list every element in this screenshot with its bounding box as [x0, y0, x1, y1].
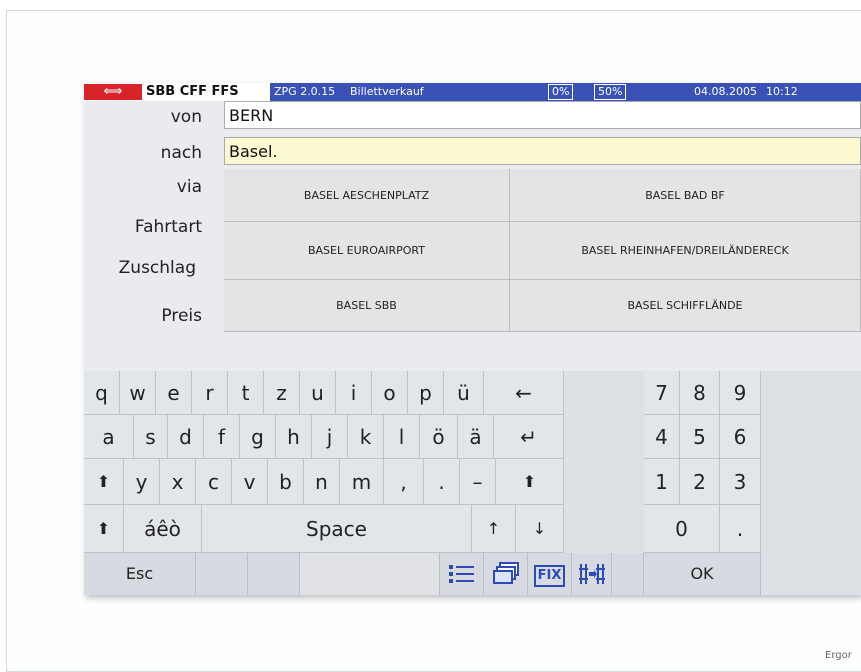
- brand-name: SBB CFF FFS: [146, 84, 239, 99]
- key-l[interactable]: l: [384, 415, 420, 459]
- title-bar: ⟺ SBB CFF FFS ZPG 2.0.15 Billettverkauf …: [84, 83, 861, 101]
- key-num-6[interactable]: 6: [720, 415, 761, 459]
- key-f[interactable]: f: [204, 415, 240, 459]
- key-d[interactable]: d: [168, 415, 204, 459]
- footer-caption: Ergor: [825, 650, 852, 661]
- suggestion-basel-rheinhafen[interactable]: BASEL RHEINHAFEN/DREILÄNDERECK: [510, 222, 861, 280]
- key-q[interactable]: q: [84, 371, 120, 415]
- key-shift-lock[interactable]: ⬆: [84, 505, 124, 553]
- track-transfer-icon: [578, 564, 605, 584]
- key-accents[interactable]: áêò: [124, 505, 202, 553]
- key-num-5[interactable]: 5: [680, 415, 720, 459]
- key-num-7[interactable]: 7: [644, 371, 680, 415]
- key-g[interactable]: g: [240, 415, 276, 459]
- key-num-1[interactable]: 1: [644, 459, 680, 505]
- suggestion-basel-sbb[interactable]: BASEL SBB: [224, 280, 510, 332]
- function-key-blank-2[interactable]: [248, 553, 300, 595]
- suggestion-basel-schifflaende[interactable]: BASEL SCHIFFLÄNDE: [510, 280, 861, 332]
- label-von: von: [170, 107, 202, 127]
- esc-button[interactable]: Esc: [84, 553, 196, 595]
- time: 10:12: [766, 85, 798, 98]
- label-zuschlag: Zuschlag: [118, 258, 196, 278]
- key-k[interactable]: k: [348, 415, 384, 459]
- key-x[interactable]: x: [160, 459, 196, 505]
- key-y[interactable]: y: [124, 459, 160, 505]
- status-percent-1: 0%: [548, 84, 574, 100]
- key-m[interactable]: m: [340, 459, 384, 505]
- key-r[interactable]: r: [192, 371, 228, 415]
- fix-label: FIX: [533, 565, 566, 587]
- ok-button[interactable]: OK: [644, 553, 761, 595]
- key-oe[interactable]: ö: [420, 415, 458, 459]
- key-comma[interactable]: ,: [384, 459, 424, 505]
- key-num-decimal[interactable]: .: [720, 505, 761, 553]
- on-screen-keyboard: q w e r t z u i o p ü ← a s d f g h j k …: [84, 371, 861, 595]
- key-num-8[interactable]: 8: [680, 371, 720, 415]
- key-e[interactable]: e: [156, 371, 192, 415]
- function-key-blank-3[interactable]: [300, 553, 440, 595]
- key-w[interactable]: w: [120, 371, 156, 415]
- label-via: via: [176, 177, 202, 197]
- date: 04.08.2005: [694, 85, 757, 98]
- list-icon: [448, 565, 474, 583]
- key-a[interactable]: a: [84, 415, 134, 459]
- key-v[interactable]: v: [232, 459, 268, 505]
- key-space[interactable]: Space: [202, 505, 472, 553]
- key-shift-left[interactable]: ⬆: [84, 459, 124, 505]
- key-n[interactable]: n: [304, 459, 340, 505]
- von-field[interactable]: BERN: [224, 101, 861, 129]
- sbb-logo-icon: ⟺: [84, 84, 142, 100]
- key-num-4[interactable]: 4: [644, 415, 680, 459]
- key-j[interactable]: j: [312, 415, 348, 459]
- key-c[interactable]: c: [196, 459, 232, 505]
- key-dash[interactable]: –: [460, 459, 496, 505]
- tickets-icon: [492, 562, 519, 584]
- key-num-0[interactable]: 0: [644, 505, 720, 553]
- key-p[interactable]: p: [408, 371, 444, 415]
- key-ue[interactable]: ü: [444, 371, 484, 415]
- list-button[interactable]: [440, 553, 484, 595]
- key-t[interactable]: t: [228, 371, 264, 415]
- key-b[interactable]: b: [268, 459, 304, 505]
- suggestion-basel-euroairport[interactable]: BASEL EUROAIRPORT: [224, 222, 510, 280]
- key-u[interactable]: u: [300, 371, 336, 415]
- transfer-button[interactable]: [572, 553, 612, 595]
- suggestion-basel-aeschenplatz[interactable]: BASEL AESCHENPLATZ: [224, 169, 510, 222]
- label-preis: Preis: [161, 306, 202, 326]
- key-o[interactable]: o: [372, 371, 408, 415]
- key-shift-right[interactable]: ⬆: [496, 459, 564, 505]
- function-key-blank-1[interactable]: [196, 553, 248, 595]
- key-arrow-down[interactable]: ↓: [516, 505, 564, 553]
- key-period[interactable]: .: [424, 459, 460, 505]
- ticket-terminal-screen: ⟺ SBB CFF FFS ZPG 2.0.15 Billettverkauf …: [84, 83, 861, 595]
- key-z[interactable]: z: [264, 371, 300, 415]
- function-key-blank-4[interactable]: [612, 553, 644, 595]
- tickets-button[interactable]: [484, 553, 528, 595]
- key-ae[interactable]: ä: [458, 415, 494, 459]
- label-nach: nach: [160, 143, 202, 163]
- app-version: ZPG 2.0.15: [274, 85, 336, 98]
- key-backspace[interactable]: ←: [484, 371, 564, 415]
- key-num-2[interactable]: 2: [680, 459, 720, 505]
- nach-field[interactable]: Basel.: [224, 137, 861, 165]
- status-percent-2: 50%: [594, 84, 627, 100]
- module-name: Billettverkauf: [350, 85, 424, 98]
- suggestion-basel-bad-bf[interactable]: BASEL BAD BF: [510, 169, 861, 222]
- key-arrow-up[interactable]: ↑: [472, 505, 516, 553]
- label-fahrtart: Fahrtart: [134, 217, 202, 237]
- key-num-3[interactable]: 3: [720, 459, 761, 505]
- key-h[interactable]: h: [276, 415, 312, 459]
- key-enter[interactable]: ↵: [494, 415, 564, 459]
- key-s[interactable]: s: [134, 415, 168, 459]
- fix-button[interactable]: FIX: [528, 553, 572, 595]
- key-i[interactable]: i: [336, 371, 372, 415]
- brand-area: ⟺ SBB CFF FFS: [84, 83, 270, 101]
- key-num-9[interactable]: 9: [720, 371, 761, 415]
